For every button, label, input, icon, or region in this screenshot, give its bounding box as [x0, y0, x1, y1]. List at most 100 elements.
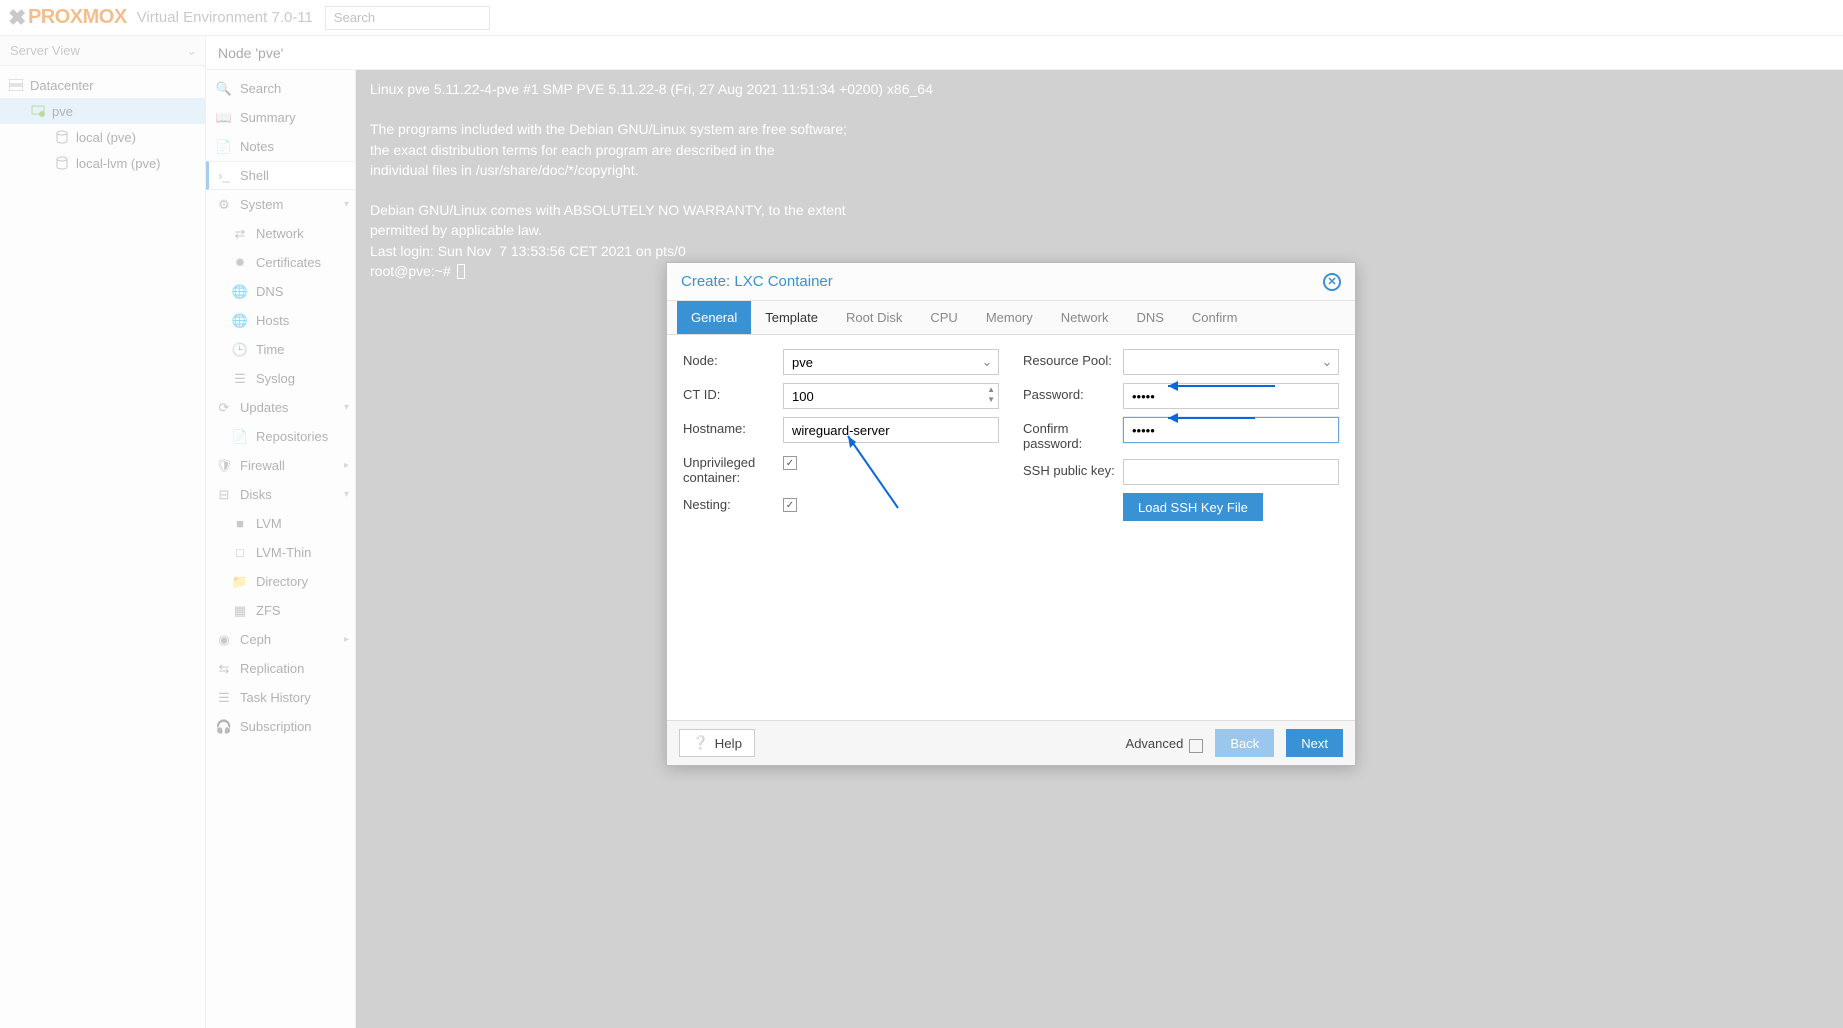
advanced-checkbox[interactable] [1189, 739, 1203, 753]
logo-icon: ✖ [8, 5, 26, 31]
nav-item-subscription[interactable]: 🎧Subscription [206, 712, 355, 741]
password-label: Password: [1023, 383, 1123, 402]
nav-item-label: Replication [240, 661, 304, 676]
nav-item-lvm-thin[interactable]: □LVM-Thin [206, 538, 355, 567]
nav-item-label: ZFS [256, 603, 281, 618]
close-button[interactable]: ✕ [1323, 273, 1341, 291]
chevron-down-icon: ▾ [344, 489, 349, 500]
square-outline-icon: □ [232, 545, 248, 560]
search-input[interactable] [325, 6, 490, 30]
tree-item-datacenter[interactable]: Datacenter [0, 72, 205, 98]
chevron-down-icon[interactable]: ⌄ [976, 350, 998, 374]
help-label: Help [715, 736, 742, 751]
tab-dns[interactable]: DNS [1122, 301, 1177, 334]
tab-memory[interactable]: Memory [972, 301, 1047, 334]
next-button[interactable]: Next [1286, 729, 1343, 757]
nav-item-zfs[interactable]: ▦ ZFS [206, 596, 355, 625]
tab-template[interactable]: Template [751, 301, 832, 334]
help-button[interactable]: ❔ Help [679, 729, 755, 757]
nav-item-label: Ceph [240, 632, 271, 647]
tab-confirm[interactable]: Confirm [1178, 301, 1252, 334]
node-label: Node: [683, 349, 783, 368]
spinner-icon[interactable]: ▲▼ [987, 385, 995, 405]
nav-item-label: System [240, 197, 283, 212]
nav-item-label: Notes [240, 139, 274, 154]
tree-item-pve[interactable]: pve [0, 98, 205, 124]
hostname-label: Hostname: [683, 417, 783, 436]
confirm-password-input[interactable] [1123, 417, 1339, 443]
tree-item-local[interactable]: local (pve) [0, 124, 205, 150]
tab-root-disk[interactable]: Root Disk [832, 301, 916, 334]
nav-item-firewall[interactable]: 🛡Firewall▸ [206, 451, 355, 480]
nav-item-directory[interactable]: 📁Directory [206, 567, 355, 596]
chevron-down-icon: ▾ [344, 402, 349, 413]
square-icon: ■ [232, 516, 248, 531]
advanced-label: Advanced [1126, 736, 1184, 751]
chevron-down-icon: ⌄ [186, 43, 197, 59]
password-input[interactable] [1123, 383, 1339, 409]
help-icon: ❔ [692, 735, 709, 751]
nav-item-disks[interactable]: ⊟Disks▾ [206, 480, 355, 509]
modal-title: Create: LXC Container [681, 273, 833, 290]
nav-item-label: Firewall [240, 458, 285, 473]
load-ssh-button[interactable]: Load SSH Key File [1123, 493, 1263, 521]
nav-item-shell[interactable]: ›_Shell [206, 161, 355, 190]
nav-item-label: Shell [240, 168, 269, 183]
support-icon: 🎧 [216, 719, 232, 735]
advanced-toggle[interactable]: Advanced [1126, 734, 1204, 753]
nav-item-label: Disks [240, 487, 272, 502]
tab-cpu[interactable]: CPU [916, 301, 971, 334]
chevron-down-icon[interactable]: ⌄ [1316, 350, 1338, 374]
book-icon: 📖 [216, 110, 232, 126]
tree-item-label: local-lvm (pve) [76, 156, 161, 171]
node-icon [30, 103, 46, 119]
nav-item-lvm[interactable]: ■LVM [206, 509, 355, 538]
terminal-output: Linux pve 5.11.22-4-pve #1 SMP PVE 5.11.… [370, 81, 933, 279]
nav-item-system[interactable]: ⚙System▾ [206, 190, 355, 219]
nav-item-repositories[interactable]: 📄Repositories [206, 422, 355, 451]
unprivileged-label: Unprivileged container: [683, 451, 783, 485]
tab-general[interactable]: General [677, 301, 751, 334]
nav-item-network[interactable]: ⇄Network [206, 219, 355, 248]
nav-item-hosts[interactable]: 🌐Hosts [206, 306, 355, 335]
nesting-label: Nesting: [683, 493, 783, 512]
tab-network[interactable]: Network [1047, 301, 1123, 334]
ssh-key-input[interactable] [1123, 459, 1339, 485]
grid-icon: ▦ [232, 603, 248, 619]
nav-item-time[interactable]: 🕒Time [206, 335, 355, 364]
gear-icon: ⚙ [216, 197, 232, 213]
app-header: ✖ PROXMOX Virtual Environment 7.0-11 [0, 0, 1843, 36]
storage-icon [54, 129, 70, 145]
node-select[interactable] [783, 349, 999, 375]
nav-item-label: Task History [240, 690, 311, 705]
tree-item-label: local (pve) [76, 130, 136, 145]
tree-item-local-lvm[interactable]: local-lvm (pve) [0, 150, 205, 176]
modal-footer: ❔ Help Advanced Back Next [667, 720, 1355, 765]
globe-icon: 🌐 [232, 284, 248, 300]
view-selector[interactable]: Server View ⌄ [0, 36, 205, 66]
nav-item-label: Network [256, 226, 304, 241]
nav-item-summary[interactable]: 📖 Summary [206, 103, 355, 132]
nav-item-search[interactable]: 🔍Search [206, 74, 355, 103]
certificate-icon: ✹ [232, 255, 248, 271]
ct-id-input[interactable] [783, 383, 999, 409]
hostname-input[interactable] [783, 417, 999, 443]
modal-tabs: General Template Root Disk CPU Memory Ne… [667, 301, 1355, 335]
nav-item-ceph[interactable]: ◉Ceph▸ [206, 625, 355, 654]
nav-item-dns[interactable]: 🌐DNS [206, 277, 355, 306]
back-button[interactable]: Back [1215, 729, 1274, 757]
nesting-checkbox[interactable]: ✓ [783, 498, 797, 512]
nav-item-label: Syslog [256, 371, 295, 386]
nav-item-syslog[interactable]: ☰Syslog [206, 364, 355, 393]
nav-item-replication[interactable]: ⇆Replication [206, 654, 355, 683]
nav-item-certificates[interactable]: ✹ Certificates [206, 248, 355, 277]
chevron-right-icon: ▸ [344, 460, 349, 471]
resource-pool-select[interactable] [1123, 349, 1339, 375]
unprivileged-checkbox[interactable]: ✓ [783, 456, 797, 470]
nav-item-notes[interactable]: 📄Notes [206, 132, 355, 161]
nav-item-updates[interactable]: ⟳Updates▾ [206, 393, 355, 422]
logo-text: PROXMOX [28, 6, 127, 29]
nav-item-label: Certificates [256, 255, 321, 270]
nav-item-task-history[interactable]: ☰Task History [206, 683, 355, 712]
nav-item-label: Summary [240, 110, 296, 125]
